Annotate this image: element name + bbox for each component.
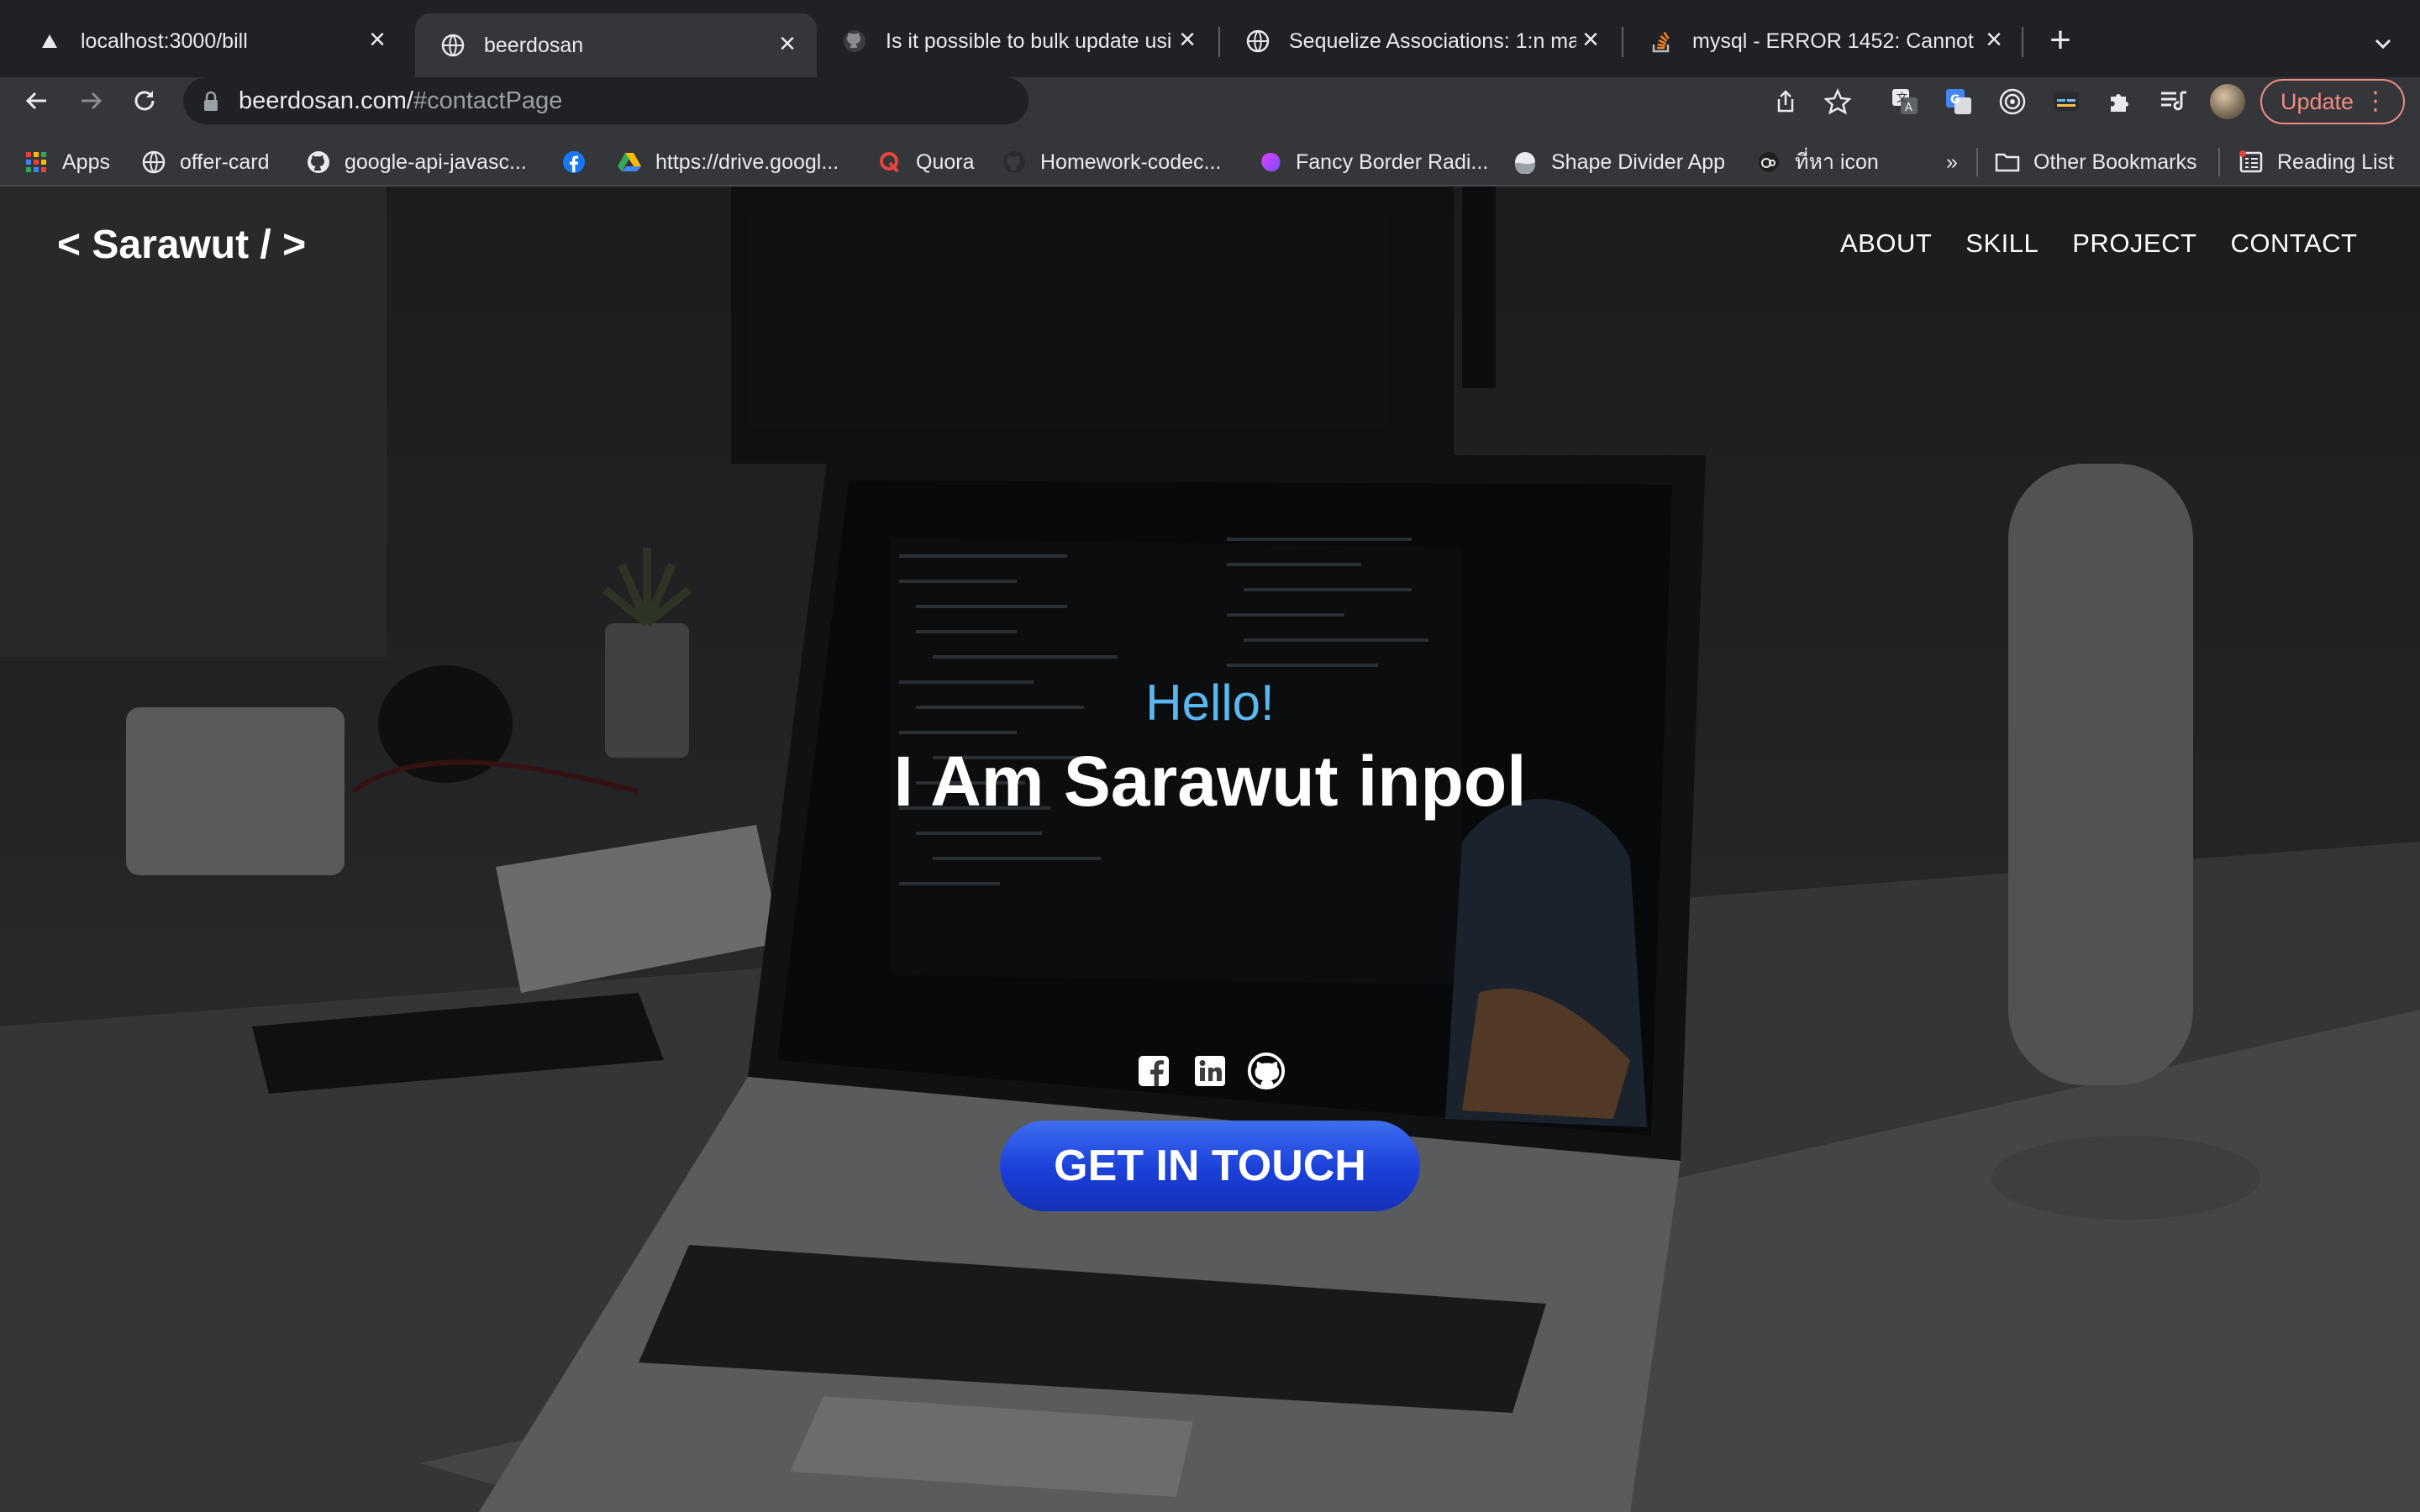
tab-title: localhost:3000/bill <box>81 29 248 53</box>
update-button[interactable]: Update ⋮ <box>2260 79 2405 124</box>
svg-text:G: G <box>1950 93 1960 107</box>
blob-icon <box>1257 150 1282 175</box>
quora-icon <box>877 150 902 175</box>
bookmark-label: ที่หา icon <box>1795 150 1879 174</box>
close-icon[interactable]: × <box>1576 25 1605 55</box>
tab-strip: localhost:3000/bill × beerdosan × Is it … <box>0 0 2420 77</box>
translate-extension-icon[interactable]: 文A <box>1889 86 1921 118</box>
bookmark-icon-finder[interactable]: ที่หา icon <box>1756 144 1879 181</box>
tab-search-chevron-icon[interactable] <box>2366 27 2400 60</box>
tab-title: mysql - ERROR 1452: Cannot a <box>1692 29 1980 53</box>
bookmark-fancy-border[interactable]: Fancy Border Radi... <box>1257 144 1488 181</box>
stackoverflow-icon <box>1649 29 1674 54</box>
reading-list-icon <box>2238 150 2264 175</box>
nav-link-about[interactable]: ABOUT <box>1840 228 1932 259</box>
bookmark-star-icon[interactable] <box>1823 87 1852 116</box>
site-nav: ABOUT SKILL PROJECT CONTACT <box>1840 228 2357 259</box>
bookmark-label: google-api-javasc... <box>345 150 527 174</box>
folder-icon <box>1995 150 2020 175</box>
bookmark-shape-divider[interactable]: Shape Divider App <box>1512 144 1725 181</box>
close-icon[interactable]: × <box>773 29 802 60</box>
get-in-touch-button[interactable]: GET IN TOUCH <box>1000 1121 1420 1211</box>
other-bookmarks-label: Other Bookmarks <box>2033 150 2197 174</box>
globe-icon <box>141 150 166 175</box>
close-icon[interactable]: × <box>363 25 392 55</box>
update-label: Update <box>2281 89 2354 114</box>
web-page-viewport: < Sarawut / > ABOUT SKILL PROJECT CONTAC… <box>0 186 2420 1512</box>
linkedin-icon[interactable] <box>1191 1052 1228 1090</box>
profile-avatar[interactable] <box>2210 84 2245 119</box>
other-bookmarks-folder[interactable]: Other Bookmarks <box>1995 144 2197 181</box>
tab-title: Is it possible to bulk update usi <box>886 29 1172 53</box>
tab-title: Sequelize Associations: 1:n ma <box>1289 29 1576 53</box>
hero-headline: I Am Sarawut inpol <box>893 742 1527 821</box>
shape-icon <box>1512 150 1538 175</box>
github-icon <box>842 29 867 54</box>
facebook-icon <box>561 150 587 175</box>
github-icon[interactable] <box>1247 1052 1286 1090</box>
nav-link-contact[interactable]: CONTACT <box>2230 228 2357 259</box>
bookmark-facebook[interactable] <box>561 144 600 181</box>
nav-link-skill[interactable]: SKILL <box>1965 228 2039 259</box>
new-tab-button[interactable]: + <box>2044 22 2077 59</box>
browser-tab-active[interactable]: beerdosan × <box>415 13 817 77</box>
site-logo[interactable]: < Sarawut / > <box>57 222 306 268</box>
close-icon[interactable]: × <box>1173 25 1202 55</box>
icon-finder-icon <box>1756 150 1781 175</box>
bookmark-label: https://drive.googl... <box>655 150 839 174</box>
bookmark-label: Homework-codec... <box>1040 150 1222 174</box>
hero-dark-overlay <box>0 186 2420 1512</box>
bookmark-separator <box>1976 148 1978 176</box>
bookmark-offer-card[interactable]: offer-card <box>141 144 270 181</box>
google-translate-icon[interactable]: G <box>1943 86 1975 118</box>
more-vert-icon[interactable]: ⋮ <box>2363 81 2388 123</box>
bookmark-label: offer-card <box>180 150 270 174</box>
url-host: beerdosan.com/ <box>239 87 413 114</box>
github-icon <box>306 150 331 175</box>
nav-link-project[interactable]: PROJECT <box>2072 228 2196 259</box>
bookmark-label: Shape Divider App <box>1551 150 1726 174</box>
browser-tab[interactable]: Sequelize Associations: 1:n ma × <box>1220 13 1620 69</box>
url-text[interactable]: beerdosan.com/#contactPage <box>239 87 562 115</box>
globe-icon <box>1245 29 1270 54</box>
back-arrow-icon[interactable] <box>18 82 55 119</box>
url-path: #contactPage <box>413 87 563 114</box>
google-drive-icon <box>617 150 642 175</box>
bookmark-label: Quora <box>916 150 975 174</box>
bookmark-separator <box>2218 148 2220 176</box>
browser-tab[interactable]: localhost:3000/bill × <box>12 13 407 69</box>
bookmark-apps[interactable]: Apps <box>24 144 110 181</box>
social-links <box>1134 1047 1286 1095</box>
bookmark-drive[interactable]: https://drive.googl... <box>617 144 839 181</box>
tab-title: beerdosan <box>484 33 584 57</box>
bookmark-label: Apps <box>62 150 110 174</box>
reading-list-button[interactable]: Reading List <box>2238 144 2394 181</box>
bookmarks-overflow-button[interactable]: » <box>1946 144 1958 181</box>
reading-list-label: Reading List <box>2277 150 2394 174</box>
target-extension-icon[interactable] <box>1996 86 2028 118</box>
bookmark-quora[interactable]: Quora <box>877 144 974 181</box>
github-icon <box>1002 150 1027 175</box>
tab-separator <box>2022 27 2023 57</box>
bookmark-google-api[interactable]: google-api-javasc... <box>306 144 527 181</box>
share-icon[interactable] <box>1771 87 1800 116</box>
media-queue-icon[interactable] <box>2158 86 2190 118</box>
reload-icon[interactable] <box>126 82 163 119</box>
triangle-icon <box>37 29 62 54</box>
close-icon[interactable]: × <box>1980 25 2008 55</box>
bookmark-homework[interactable]: Homework-codec... <box>1002 144 1221 181</box>
browser-tab[interactable]: mysql - ERROR 1452: Cannot a × <box>1623 13 2023 69</box>
bookmark-label: Fancy Border Radi... <box>1296 150 1489 174</box>
apps-grid-icon <box>24 150 49 175</box>
facebook-icon[interactable] <box>1134 1052 1172 1090</box>
lock-icon[interactable] <box>202 91 220 117</box>
puzzle-extensions-icon[interactable] <box>2104 86 2136 118</box>
svg-text:A: A <box>1905 102 1912 114</box>
browser-tab[interactable]: Is it possible to bulk update usi × <box>817 13 1217 69</box>
code-extension-icon[interactable] <box>2050 86 2082 118</box>
hero-greeting: Hello! <box>1145 675 1275 731</box>
forward-arrow-icon[interactable] <box>72 82 109 119</box>
globe-icon <box>440 33 466 58</box>
